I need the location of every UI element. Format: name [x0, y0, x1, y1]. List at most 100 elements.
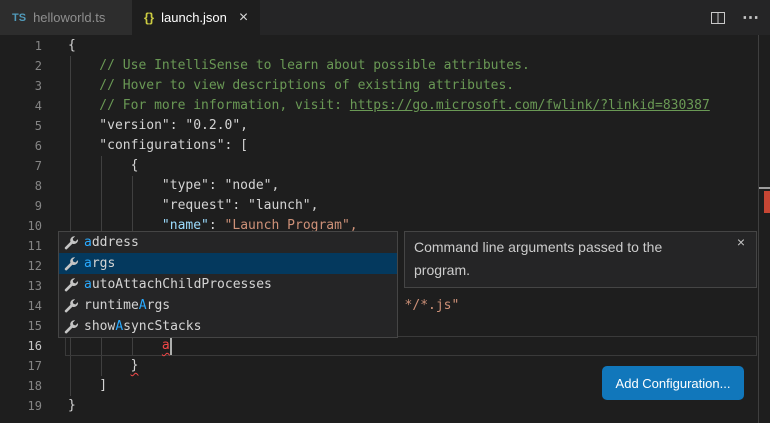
suggestion-runtimeArgs[interactable]: runtimeArgs: [59, 295, 397, 316]
code-segment: {: [68, 158, 138, 173]
line-number: 5: [0, 116, 42, 136]
line-number: 13: [0, 276, 42, 296]
suggestion-showAsyncStacks[interactable]: showAsyncStacks: [59, 316, 397, 337]
code-segment: "type": "node",: [68, 178, 279, 193]
code-segment: {: [68, 38, 76, 53]
code-text: }: [68, 356, 138, 376]
suggest-docs-panel: Command line arguments passed to the pro…: [404, 231, 757, 288]
code-text: "version": "0.2.0",: [68, 116, 248, 136]
tab-bar: TS helloworld.ts {} launch.json × ⋯: [0, 0, 770, 35]
wrench-icon: [63, 298, 79, 314]
code-text: }: [68, 396, 76, 416]
code-line-16[interactable]: 16 a: [0, 336, 770, 356]
tab-launch-json[interactable]: {} launch.json ×: [132, 0, 260, 35]
code-text: {: [68, 36, 76, 56]
code-segment: "configurations": [: [68, 138, 248, 153]
line-number: 14: [0, 296, 42, 316]
overview-ruler-error-mark: [764, 191, 770, 213]
tab-helloworld-ts[interactable]: TS helloworld.ts: [0, 0, 132, 35]
editor-actions: ⋯: [710, 0, 760, 35]
line-number: 11: [0, 236, 42, 256]
editor[interactable]: 1{2 // Use IntelliSense to learn about p…: [0, 35, 770, 423]
code-segment: */*.js": [405, 298, 460, 313]
suggestion-label-part: A: [115, 319, 123, 334]
line-number: 1: [0, 36, 42, 56]
suggestion-label-part: rgs: [92, 256, 115, 271]
line-number: 12: [0, 256, 42, 276]
tab-label: launch.json: [161, 10, 227, 25]
suggestion-label-part: utoAttachChildProcesses: [92, 277, 272, 292]
code-segment: "version": "0.2.0",: [68, 118, 248, 133]
wrench-icon: [63, 277, 79, 293]
code-segment: a: [162, 338, 170, 353]
wrench-icon: [63, 235, 79, 251]
line-number: 3: [0, 76, 42, 96]
code-line-4[interactable]: 4 // For more information, visit: https:…: [0, 96, 770, 116]
code-segment[interactable]: https://go.microsoft.com/fwlink/?linkid=…: [350, 98, 710, 113]
code-text: "configurations": [: [68, 136, 248, 156]
code-segment: // For more information, visit:: [68, 98, 350, 113]
suggestion-args[interactable]: args: [59, 253, 397, 274]
code-line-7[interactable]: 7 {: [0, 156, 770, 176]
code-line-8[interactable]: 8 "type": "node",: [0, 176, 770, 196]
line-number: 2: [0, 56, 42, 76]
close-docs-icon[interactable]: ×: [737, 234, 745, 250]
add-configuration-button[interactable]: Add Configuration...: [602, 366, 744, 400]
code-line-9[interactable]: 9 "request": "launch",: [0, 196, 770, 216]
line-number: 8: [0, 176, 42, 196]
suggestion-label-part: a: [84, 277, 92, 292]
line-number: 9: [0, 196, 42, 216]
code-text: "request": "launch",: [68, 196, 318, 216]
code-segment: ]: [68, 378, 107, 393]
intellisense-suggest-widget: addressargsautoAttachChildProcessesrunti…: [58, 231, 398, 338]
line-number: 6: [0, 136, 42, 156]
more-actions-icon[interactable]: ⋯: [742, 8, 760, 28]
wrench-icon: [63, 319, 79, 335]
code-text: a: [68, 336, 170, 356]
suggestion-label-part: show: [84, 319, 115, 334]
suggestion-autoAttachChildProcesses[interactable]: autoAttachChildProcesses: [59, 274, 397, 295]
code-segment: [68, 338, 162, 353]
code-text: // Hover to view descriptions of existin…: [68, 76, 514, 96]
code-segment: [68, 358, 131, 373]
code-text: ]: [68, 376, 107, 396]
overview-ruler-border: [758, 35, 759, 423]
suggestion-label-part: ddress: [92, 235, 139, 250]
line-number: 16: [0, 336, 42, 356]
line-number: 18: [0, 376, 42, 396]
code-line-2[interactable]: 2 // Use IntelliSense to learn about pos…: [0, 56, 770, 76]
code-text: // Use IntelliSense to learn about possi…: [68, 56, 530, 76]
wrench-icon: [63, 256, 79, 272]
suggest-docs-text: Command line arguments passed to the pro…: [414, 236, 706, 282]
line-number: 17: [0, 356, 42, 376]
code-line-6[interactable]: 6 "configurations": [: [0, 136, 770, 156]
tab-label: helloworld.ts: [33, 10, 105, 25]
split-editor-icon[interactable]: [710, 10, 726, 26]
code-text: {: [68, 156, 138, 176]
overview-ruler-cursor-mark: [759, 187, 770, 189]
line-number: 10: [0, 216, 42, 236]
code-segment: }: [68, 398, 76, 413]
suggestion-label-part: A: [139, 298, 147, 313]
code-segment: }: [131, 358, 139, 373]
code-segment: // Hover to view descriptions of existin…: [68, 78, 514, 93]
code-segment: // Use IntelliSense to learn about possi…: [68, 58, 530, 73]
close-tab-icon[interactable]: ×: [239, 10, 248, 26]
json-file-icon: {}: [144, 10, 154, 25]
code-text: // For more information, visit: https://…: [68, 96, 710, 116]
code-line-3[interactable]: 3 // Hover to view descriptions of exist…: [0, 76, 770, 96]
line-number: 4: [0, 96, 42, 116]
suggestion-label-part: a: [84, 256, 92, 271]
typescript-file-icon: TS: [12, 12, 26, 24]
suggestion-label-part: rgs: [147, 298, 170, 313]
code-area: 1{2 // Use IntelliSense to learn about p…: [0, 36, 770, 416]
text-cursor: [170, 338, 172, 355]
suggestion-label-part: a: [84, 235, 92, 250]
suggestion-label-part: runtime: [84, 298, 139, 313]
line-number: 19: [0, 396, 42, 416]
line-number: 15: [0, 316, 42, 336]
line-number: 7: [0, 156, 42, 176]
code-line-5[interactable]: 5 "version": "0.2.0",: [0, 116, 770, 136]
code-line-1[interactable]: 1{: [0, 36, 770, 56]
suggestion-address[interactable]: address: [59, 232, 397, 253]
